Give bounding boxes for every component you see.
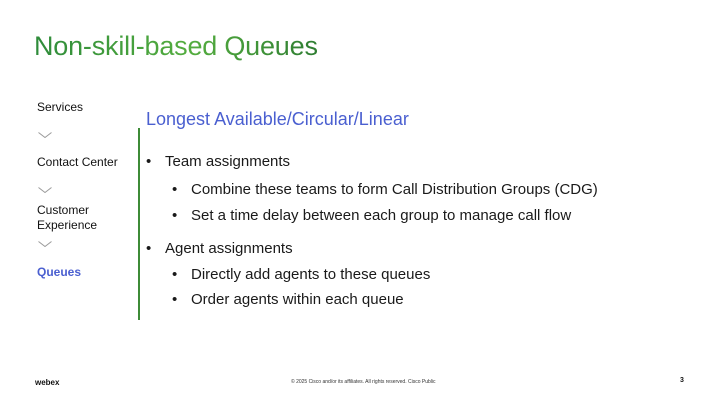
chevron-down-icon bbox=[38, 132, 52, 138]
bullet-glyph: • bbox=[146, 153, 152, 170]
sub-bullet-text: Directly add agents to these queues bbox=[191, 266, 431, 283]
bullet-item: • Team assignments bbox=[146, 153, 290, 170]
copyright-notice: © 2025 Cisco and/or its affiliates. All … bbox=[291, 379, 436, 385]
bullet-glyph: • bbox=[172, 291, 178, 308]
sub-bullet-item: • Set a time delay between each group to … bbox=[172, 207, 571, 224]
nav-item-queues: Queues bbox=[37, 265, 82, 279]
chevron-down-icon bbox=[38, 187, 52, 193]
bullet-text: Team assignments bbox=[165, 153, 291, 170]
page-title: Non-skill-based Queues bbox=[34, 31, 318, 61]
nav-item-contact-center: Contact Center bbox=[37, 155, 118, 169]
sub-bullet-text: Order agents within each queue bbox=[191, 291, 404, 308]
bullet-text: Agent assignments bbox=[165, 240, 293, 257]
webex-logo: webex bbox=[35, 378, 60, 387]
sub-bullet-text: Set a time delay between each group to m… bbox=[191, 207, 572, 224]
sub-bullet-text: Combine these teams to form Call Distrib… bbox=[191, 181, 598, 198]
bullet-item: • Agent assignments bbox=[146, 240, 293, 257]
vertical-divider bbox=[138, 128, 140, 320]
bullet-glyph: • bbox=[146, 240, 152, 257]
slide: Non-skill-based Queues Services Contact … bbox=[0, 0, 720, 405]
nav-item-services: Services bbox=[37, 100, 84, 114]
sub-bullet-item: • Combine these teams to form Call Distri… bbox=[172, 181, 598, 198]
bullet-glyph: • bbox=[172, 181, 178, 198]
sub-bullet-item: • Directly add agents to these queues bbox=[172, 266, 430, 283]
chevron-down-icon bbox=[38, 241, 52, 247]
bullet-glyph: • bbox=[172, 266, 178, 283]
sub-bullet-item: • Order agents within each queue bbox=[172, 291, 404, 308]
page-number: 3 bbox=[680, 377, 684, 384]
bullet-glyph: • bbox=[172, 207, 178, 224]
nav-item-customer-experience: Customer Experience bbox=[37, 203, 98, 232]
section-subtitle: Longest Available/Circular/Linear bbox=[146, 109, 409, 129]
